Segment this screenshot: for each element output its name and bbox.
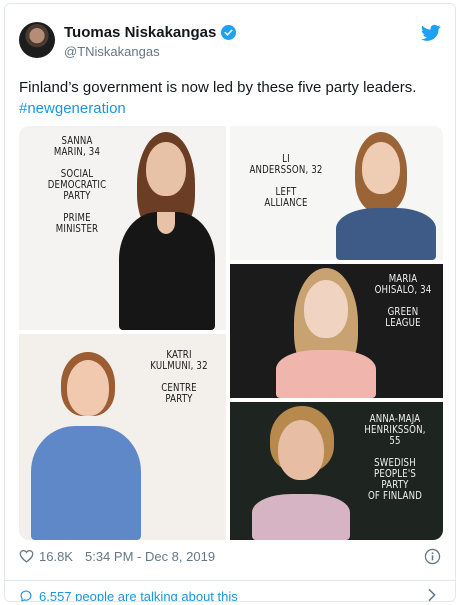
hashtag-link[interactable]: #newgeneration [19,100,126,117]
photo-katri-kulmuni[interactable]: Katri Kulmuni, 32 Centre Party [19,334,226,540]
photo-caption: Maria Ohisalo, 34 Green League [374,273,432,329]
timestamp[interactable]: 5:34 PM - Dec 8, 2019 [85,549,215,564]
author-display-name[interactable]: Tuomas Niskakangas [64,24,216,41]
like-count[interactable]: 16.8K [39,549,73,564]
portrait-figure [25,342,145,540]
twitter-bird-icon[interactable] [421,24,441,42]
photo-li-andersson[interactable]: Li Andersson, 32 Left Alliance [230,126,443,260]
photo-sanna-marin[interactable]: Sanna Marin, 34 Social Democratic Party … [19,126,226,330]
comment-bubble-icon [20,590,32,601]
tweet-body: Finland’s government is now led by these… [19,79,417,96]
portrait-figure [115,126,225,330]
photo-anna-maja-henriksson[interactable]: Anna-Maja Henriksson, 55 Swedish People'… [230,402,443,540]
verified-badge-icon [221,25,237,40]
tweet-text: Finland’s government is now led by these… [19,77,439,119]
photo-maria-ohisalo[interactable]: Maria Ohisalo, 34 Green League [230,264,443,398]
heart-icon[interactable] [19,549,34,563]
photo-caption: Anna-Maja Henriksson, 55 Swedish People'… [364,413,426,502]
author-name-row[interactable]: Tuomas Niskakangas [64,24,237,41]
portrait-figure [246,404,356,540]
author-handle[interactable]: @TNiskakangas [64,44,160,59]
tweet-footer: 16.8K 5:34 PM - Dec 8, 2019 [19,545,441,567]
chevron-right-icon[interactable] [427,588,437,602]
conversation-label[interactable]: 6,557 people are talking about this [39,589,238,602]
divider [5,580,455,581]
tweet-header: Tuomas Niskakangas @TNiskakangas [19,22,441,66]
photo-caption: Sanna Marin, 34 Social Democratic Party … [47,135,107,235]
conversation-link[interactable]: 6,557 people are talking about this [19,587,441,602]
photo-caption: Katri Kulmuni, 32 Centre Party [150,349,208,405]
photo-grid: Sanna Marin, 34 Social Democratic Party … [19,126,443,540]
photo-caption: Li Andersson, 32 Left Alliance [249,153,323,209]
portrait-figure [266,268,386,398]
portrait-figure [330,132,443,260]
tweet-card: Tuomas Niskakangas @TNiskakangas Finland… [4,3,456,602]
avatar[interactable] [19,22,55,58]
info-icon[interactable] [424,548,441,565]
